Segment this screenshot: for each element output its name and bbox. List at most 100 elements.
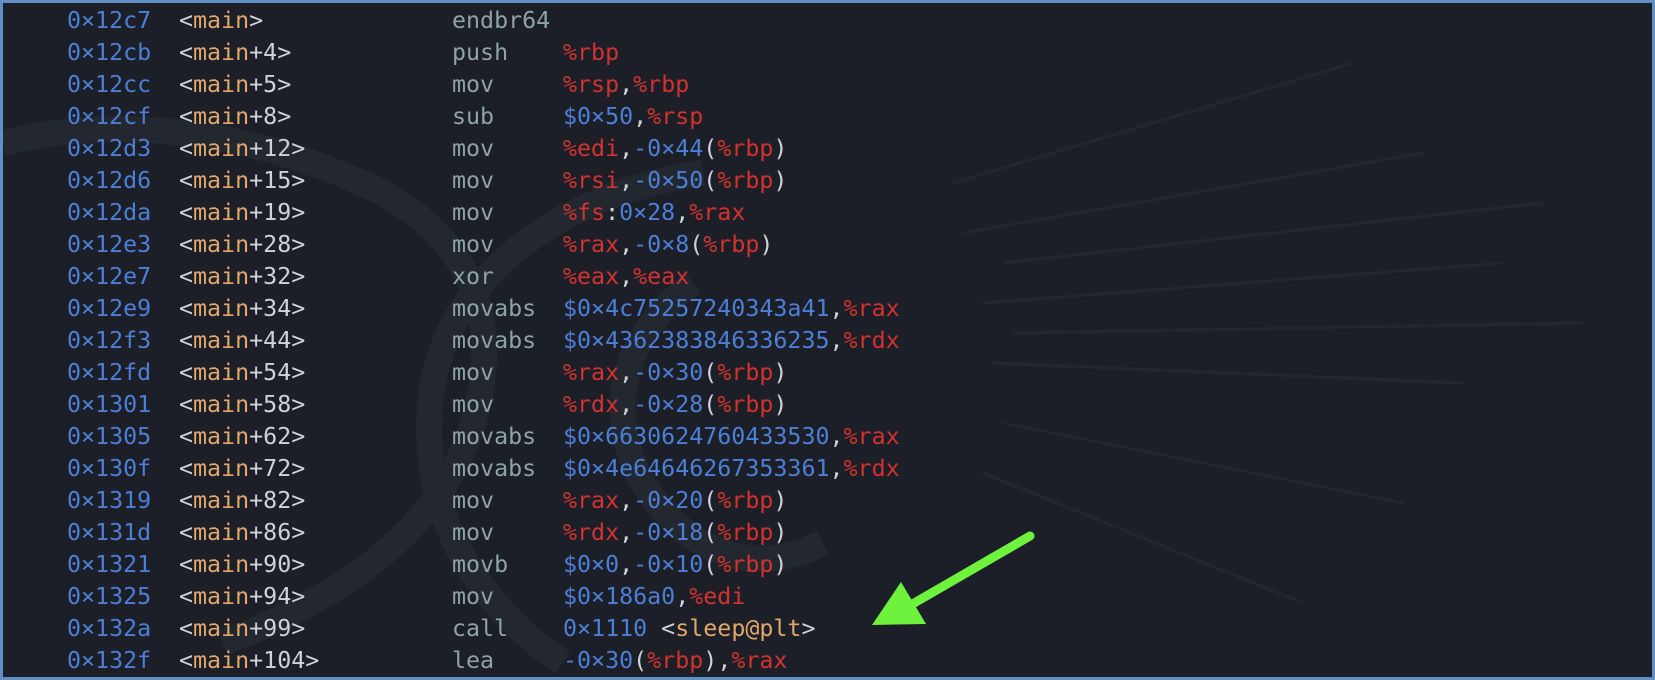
- function-name: main: [193, 583, 250, 610]
- operand-token: %rdx: [843, 327, 900, 354]
- operand-token: ,: [619, 263, 634, 290]
- operands: %rdx,-0×18(%rbp): [563, 517, 787, 549]
- operand-token: %rbp: [703, 231, 760, 258]
- symbol-offset: <main+34>: [179, 295, 306, 322]
- offset: +12: [249, 135, 292, 162]
- function-name: main: [193, 647, 250, 674]
- operand-token: $0×50: [563, 103, 634, 130]
- mnemonic: call: [452, 615, 509, 642]
- operand-token: %fs: [563, 199, 606, 226]
- operand-token: sleep@plt: [675, 615, 802, 642]
- offset: +58: [249, 391, 292, 418]
- instruction-address: 0×12e7: [67, 263, 152, 290]
- operands: $0×186a0,%edi: [563, 581, 745, 613]
- operands: %rax,-0×30(%rbp): [563, 357, 787, 389]
- function-name: main: [193, 519, 250, 546]
- operand-token: %rbp: [717, 359, 774, 386]
- operand-token: -0×8: [633, 231, 690, 258]
- operand-token: -0×28: [633, 391, 704, 418]
- symbol-offset: <main+99>: [179, 615, 306, 642]
- offset: +99: [249, 615, 292, 642]
- operand-token: ,: [619, 487, 634, 514]
- instruction-address: 0×12da: [67, 199, 152, 226]
- instruction-address: 0×1325: [67, 583, 152, 610]
- operand-token: ): [773, 391, 788, 418]
- operand-token: $0×0: [563, 551, 620, 578]
- offset: +90: [249, 551, 292, 578]
- mnemonic: movabs: [452, 295, 537, 322]
- operand-token: (: [703, 391, 718, 418]
- operand-token: %rdx: [563, 391, 620, 418]
- mnemonic: endbr64: [452, 7, 551, 34]
- operands: %rbp: [563, 37, 619, 69]
- mnemonic: lea: [452, 647, 495, 674]
- mnemonic: mov: [452, 199, 495, 226]
- operand-token: %eax: [633, 263, 690, 290]
- operand-token: -0×30: [563, 647, 634, 674]
- operand-token: %rax: [563, 487, 620, 514]
- instruction-address: 0×12cc: [67, 71, 152, 98]
- mnemonic: push: [452, 39, 509, 66]
- operand-token: ,: [717, 647, 732, 674]
- operands: -0×30(%rbp),%rax: [563, 645, 787, 677]
- offset: +19: [249, 199, 292, 226]
- symbol-offset: <main+12>: [179, 135, 306, 162]
- operand-token: ): [773, 135, 788, 162]
- operand-token: $0×6630624760433530: [563, 423, 830, 450]
- offset: +86: [249, 519, 292, 546]
- instruction-address: 0×12e9: [67, 295, 152, 322]
- operand-token: (: [703, 519, 718, 546]
- mnemonic: mov: [452, 231, 495, 258]
- operands: %rsi,-0×50(%rbp): [563, 165, 787, 197]
- offset: +34: [249, 295, 292, 322]
- symbol-offset: <main+82>: [179, 487, 306, 514]
- symbol-offset: <main+58>: [179, 391, 306, 418]
- offset: +5: [249, 71, 278, 98]
- instruction-address: 0×12fd: [67, 359, 152, 386]
- operand-token: %rax: [731, 647, 788, 674]
- function-name: main: [193, 487, 250, 514]
- function-name: main: [193, 391, 250, 418]
- operands: %rax,-0×8(%rbp): [563, 229, 773, 261]
- operand-token: $0×4e64646267353361: [563, 455, 830, 482]
- operand-token: %edi: [689, 583, 746, 610]
- operand-token: %rbp: [717, 551, 774, 578]
- operand-token: :: [605, 199, 620, 226]
- offset: +72: [249, 455, 292, 482]
- operand-token: ): [773, 167, 788, 194]
- operands: %rdx,-0×28(%rbp): [563, 389, 787, 421]
- symbol-offset: <main+32>: [179, 263, 306, 290]
- operand-token: %rax: [843, 295, 900, 322]
- symbol-offset: <main+4>: [179, 39, 292, 66]
- operand-token: ,: [829, 455, 844, 482]
- mnemonic: mov: [452, 583, 495, 610]
- instruction-address: 0×12f3: [67, 327, 152, 354]
- symbol-offset: <main+19>: [179, 199, 306, 226]
- function-name: main: [193, 551, 250, 578]
- function-name: main: [193, 231, 250, 258]
- offset: +15: [249, 167, 292, 194]
- symbol-offset: <main+44>: [179, 327, 306, 354]
- symbol-offset: <main+62>: [179, 423, 306, 450]
- operand-token: (: [703, 487, 718, 514]
- operand-token: ,: [619, 231, 634, 258]
- mnemonic: mov: [452, 359, 495, 386]
- operand-token: ): [773, 487, 788, 514]
- terminal-window[interactable]: 0×12c7 <main> endbr64 0×12cb <main+4> push %rb…: [0, 0, 1655, 680]
- operands: $0×50,%rsp: [563, 101, 703, 133]
- offset: +82: [249, 487, 292, 514]
- operand-token: %rbp: [717, 135, 774, 162]
- operand-token: 0×1110: [563, 615, 648, 642]
- operand-token: ,: [829, 423, 844, 450]
- operands: %edi,-0×44(%rbp): [563, 133, 787, 165]
- instruction-address: 0×132a: [67, 615, 152, 642]
- operand-token: ,: [675, 199, 690, 226]
- mnemonic: mov: [452, 487, 495, 514]
- operand-token: -0×10: [633, 551, 704, 578]
- function-name: main: [193, 103, 250, 130]
- symbol-offset: <main+104>: [179, 647, 320, 674]
- operand-token: %rbp: [717, 391, 774, 418]
- offset: +54: [249, 359, 292, 386]
- operand-token: $0×186a0: [563, 583, 676, 610]
- instruction-address: 0×12cf: [67, 103, 152, 130]
